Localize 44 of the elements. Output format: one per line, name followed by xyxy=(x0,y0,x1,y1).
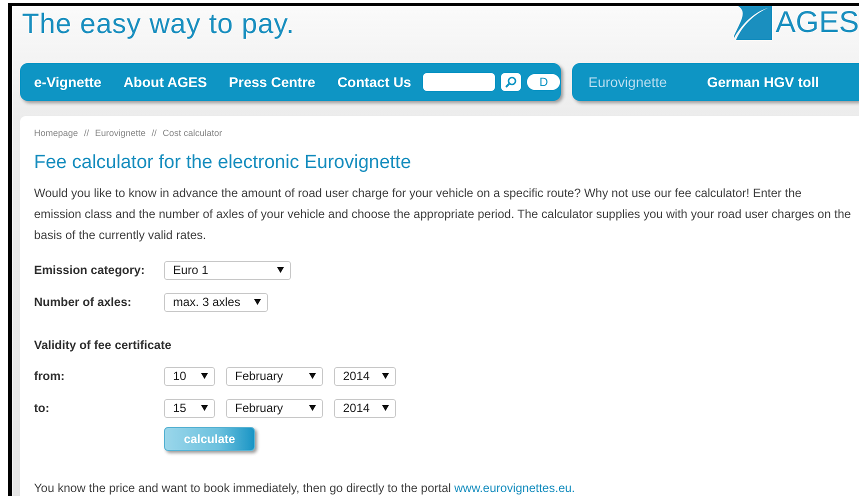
year-select[interactable]: 2014 xyxy=(334,366,396,386)
section-tab[interactable]: Eurovignette xyxy=(588,74,667,90)
breadcrumb-link[interactable]: Cost calculator xyxy=(162,128,222,138)
field-label: Emission category: xyxy=(34,263,146,277)
language-button[interactable]: D xyxy=(527,74,560,90)
breadcrumb-separator: // xyxy=(152,128,157,138)
field-label: from: xyxy=(34,369,66,383)
caret-icon xyxy=(309,405,316,411)
breadcrumb-separator: // xyxy=(84,128,90,138)
search-field[interactable] xyxy=(423,73,496,91)
search-button[interactable] xyxy=(501,73,522,91)
day-select[interactable]: 10 xyxy=(164,366,215,386)
caret-icon xyxy=(382,373,389,379)
axles-select[interactable]: max. 3 axles xyxy=(164,292,268,312)
site-slogan: The easy way to pay. xyxy=(22,8,294,40)
breadcrumb-link[interactable]: Eurovignette xyxy=(95,128,146,138)
caret-icon xyxy=(277,267,284,273)
logo-text: AGES xyxy=(776,6,859,40)
year-select[interactable]: 2014 xyxy=(334,398,396,418)
emission-select[interactable]: Euro 1 xyxy=(164,260,291,280)
field-label: Number of axles: xyxy=(34,295,132,309)
field-label: to: xyxy=(34,401,50,415)
caret-icon xyxy=(309,373,316,379)
footer-text: You know the price and want to book immediately, then go directly to the portal www.eurovignettes.eu. xyxy=(34,481,576,495)
month-select[interactable]: February xyxy=(226,398,323,418)
section-title: Validity of fee certificate xyxy=(34,338,172,352)
nav-link[interactable]: About AGES xyxy=(123,74,207,90)
section-tab[interactable]: German HGV toll xyxy=(706,74,819,90)
month-select[interactable]: February xyxy=(226,366,323,386)
nav-link[interactable]: e-Vignette xyxy=(34,74,102,90)
caret-icon xyxy=(201,373,208,379)
page-heading: Fee calculator for the electronic Eurovignette xyxy=(34,152,412,174)
search-icon xyxy=(505,76,518,88)
caret-icon xyxy=(201,405,208,411)
day-select[interactable]: 15 xyxy=(164,398,215,418)
calculate-button[interactable]: calculate xyxy=(164,427,255,451)
caret-icon xyxy=(382,405,389,411)
nav-link[interactable]: Press Centre xyxy=(228,74,316,90)
breadcrumb-link[interactable]: Homepage xyxy=(34,128,78,138)
nav-link[interactable]: Contact Us xyxy=(337,74,412,90)
portal-link[interactable]: www.eurovignettes.eu. xyxy=(454,481,575,495)
road-logo-icon xyxy=(732,6,772,40)
caret-icon xyxy=(254,299,261,305)
intro-text: Would you like to know in advance the amount of road user charge for your vehicle on a specific route? Why not use our fee calculator! Enter the emission class and the number of axles of your vehicle and choose the appropriate period. The calculator supplies you with your road user charges on the basis of the currently valid rates. xyxy=(34,185,852,244)
